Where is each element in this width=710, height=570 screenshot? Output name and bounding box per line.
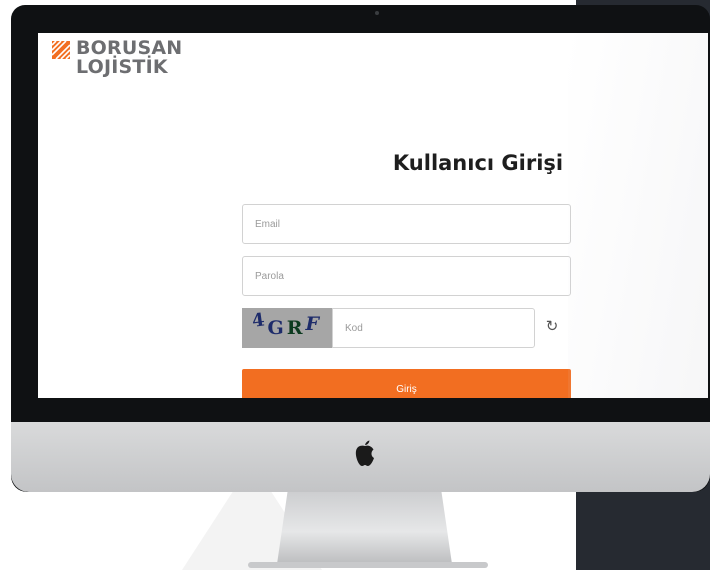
captcha-char: G bbox=[267, 317, 287, 339]
captcha-image: 4 G R F bbox=[242, 308, 332, 348]
login-screen: BORUSAN LOJİSTİK Kullanıcı Girişi 4 G R … bbox=[38, 33, 708, 403]
screen-glare bbox=[568, 33, 708, 403]
captcha-char: F bbox=[305, 313, 323, 335]
page-title: Kullanıcı Girişi bbox=[392, 151, 564, 175]
refresh-icon[interactable]: ↻ bbox=[544, 319, 560, 335]
brand-line-2: LOJİSTİK bbox=[76, 56, 168, 78]
captcha-char: R bbox=[286, 317, 306, 339]
brand-name: BORUSAN LOJİSTİK bbox=[76, 39, 182, 77]
password-input[interactable] bbox=[242, 256, 571, 296]
monitor-stand bbox=[277, 492, 452, 564]
camera-dot bbox=[375, 11, 379, 15]
monitor-stand-base bbox=[248, 562, 488, 568]
email-input[interactable] bbox=[242, 204, 571, 244]
brand-logo: BORUSAN LOJİSTİK bbox=[52, 39, 182, 77]
captcha-code-input[interactable] bbox=[332, 308, 535, 348]
apple-logo-icon bbox=[355, 440, 374, 466]
borusan-stripes-logo-icon bbox=[52, 41, 70, 59]
monitor-bezel-bottom bbox=[11, 398, 710, 422]
captcha-char: 4 bbox=[250, 308, 269, 332]
